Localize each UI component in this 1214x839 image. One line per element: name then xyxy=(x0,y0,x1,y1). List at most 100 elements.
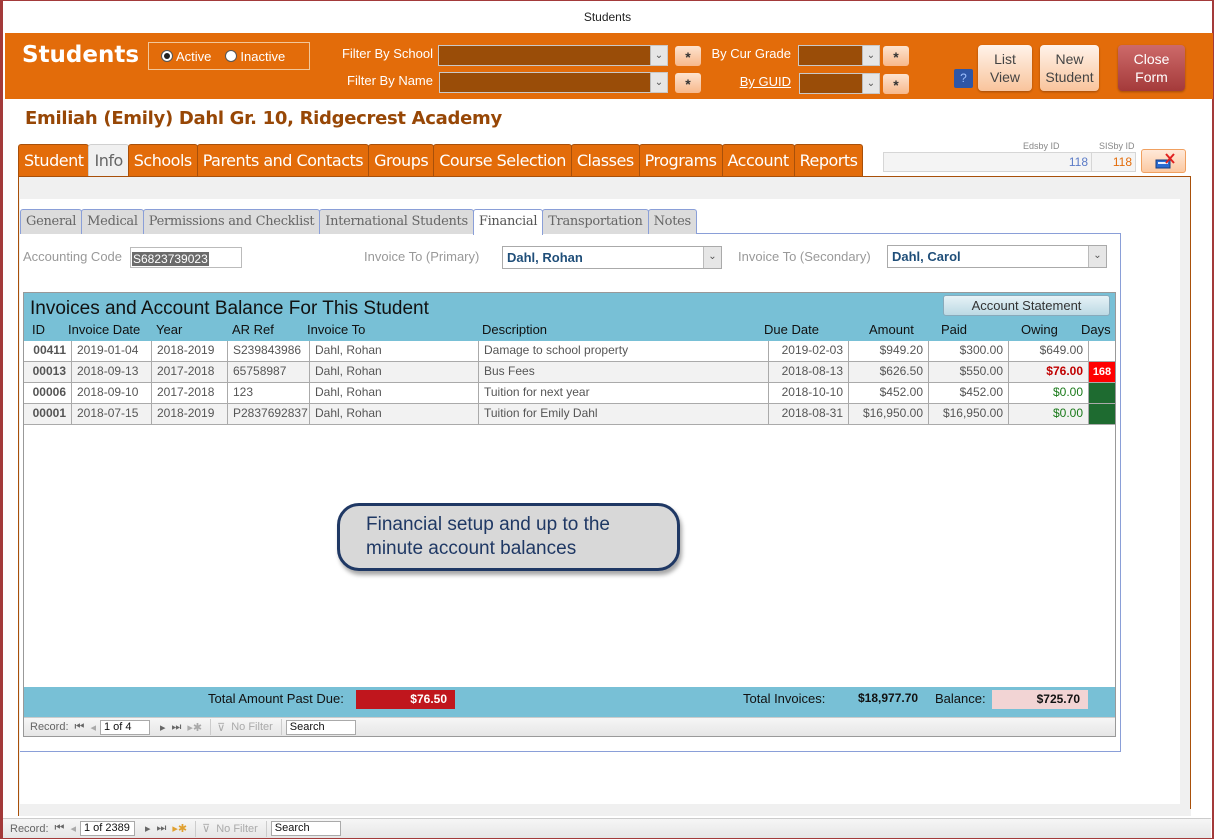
chevron-down-icon[interactable]: ⌄ xyxy=(650,46,667,65)
form-record-position-input[interactable]: 1 of 2389 xyxy=(79,821,135,836)
new-record-icon[interactable]: ▸✱ xyxy=(172,822,187,835)
invoice-primary-select[interactable]: Dahl, Rohan ⌄ xyxy=(502,246,722,269)
invoice-cell-paid[interactable]: $452.00 xyxy=(929,383,1009,403)
chevron-down-icon[interactable]: ⌄ xyxy=(1088,246,1106,267)
subtab-permissions-and-checklist[interactable]: Permissions and Checklist xyxy=(142,209,321,234)
tab-schools[interactable]: Schools xyxy=(127,144,198,176)
next-record-icon[interactable]: ▸ xyxy=(145,822,151,835)
tab-student[interactable]: Student xyxy=(18,144,90,176)
invoice-cell-id[interactable]: 00013 xyxy=(24,362,72,382)
chevron-down-icon[interactable]: ⌄ xyxy=(862,74,879,93)
filter-school-combo[interactable]: ⌄ xyxy=(438,45,668,66)
clear-grade-filter-button[interactable]: * xyxy=(883,46,909,66)
invoice-cell-description[interactable]: Bus Fees xyxy=(479,362,769,382)
invoice-cell-amount[interactable]: $626.50 xyxy=(849,362,929,382)
clear-school-filter-button[interactable]: * xyxy=(675,46,701,66)
invoice-cell-amount[interactable]: $452.00 xyxy=(849,383,929,403)
invoice-cell-invoice-date[interactable]: 2018-09-10 xyxy=(72,383,152,403)
chevron-down-icon[interactable]: ⌄ xyxy=(650,73,667,92)
invoice-cell-paid[interactable]: $300.00 xyxy=(929,341,1009,361)
tab-account[interactable]: Account xyxy=(721,144,795,176)
subtab-medical[interactable]: Medical xyxy=(81,209,144,234)
clear-name-filter-button[interactable]: * xyxy=(675,73,701,93)
tab-parents-and-contacts[interactable]: Parents and Contacts xyxy=(196,144,370,176)
invoice-cell-year[interactable]: 2017-2018 xyxy=(152,362,228,382)
radio-inactive[interactable]: Inactive xyxy=(225,49,285,64)
last-record-icon[interactable]: ⏭ xyxy=(157,822,167,835)
invoice-cell-ar-ref[interactable]: P2837692837 xyxy=(228,404,310,424)
clear-guid-filter-button[interactable]: * xyxy=(883,74,909,94)
chevron-down-icon[interactable]: ⌄ xyxy=(703,247,721,268)
subtab-international-students[interactable]: International Students xyxy=(319,209,474,234)
invoice-cell-invoice-to[interactable]: Dahl, Rohan xyxy=(310,362,479,382)
invoice-cell-description[interactable]: Tuition for Emily Dahl xyxy=(479,404,769,424)
invoice-row[interactable]: 00411 2019-01-04 2018-2019 S239843986 Dahl, … xyxy=(24,341,1115,362)
tab-info[interactable]: Info xyxy=(88,144,129,176)
invoice-cell-invoice-to[interactable]: Dahl, Rohan xyxy=(310,404,479,424)
filter-name-combo[interactable]: ⌄ xyxy=(439,72,668,93)
subtab-financial[interactable]: Financial xyxy=(472,209,544,235)
filter-guid-combo[interactable]: ⌄ xyxy=(799,73,880,94)
radio-active[interactable]: Active xyxy=(161,49,211,64)
subform-record-position-input[interactable]: 1 of 4 xyxy=(99,719,150,735)
invoice-cell-id[interactable]: 00411 xyxy=(24,341,72,361)
invoice-secondary-select[interactable]: Dahl, Carol ⌄ xyxy=(887,245,1107,268)
accounting-code-input[interactable]: S6823739023 xyxy=(130,247,242,268)
invoice-cell-due-date[interactable]: 2018-10-10 xyxy=(769,383,849,403)
invoice-cell-ar-ref[interactable]: S239843986 xyxy=(228,341,310,361)
invoice-row[interactable]: 00006 2018-09-10 2017-2018 123 Dahl, Rohan Tu… xyxy=(24,383,1115,404)
new-record-icon[interactable]: ▸✱ xyxy=(187,721,202,734)
filter-icon[interactable]: ⊽ xyxy=(217,721,225,734)
invoice-cell-paid[interactable]: $550.00 xyxy=(929,362,1009,382)
invoice-row[interactable]: 00001 2018-07-15 2018-2019 P2837692837 Dahl,… xyxy=(24,404,1115,425)
radio-inactive-indicator[interactable] xyxy=(225,50,238,62)
invoice-cell-description[interactable]: Tuition for next year xyxy=(479,383,769,403)
invoice-cell-invoice-date[interactable]: 2018-07-15 xyxy=(72,404,152,424)
form-search-input[interactable]: Search xyxy=(270,821,341,836)
subtab-notes[interactable]: Notes xyxy=(647,209,697,234)
subform-search-input[interactable]: Search xyxy=(285,719,356,735)
invoice-cell-amount[interactable]: $16,950.00 xyxy=(849,404,929,424)
new-student-button[interactable]: New Student xyxy=(1040,45,1099,91)
filter-icon[interactable]: ⊽ xyxy=(202,822,210,835)
invoice-cell-owing[interactable]: $649.00 xyxy=(1009,341,1089,361)
chevron-down-icon[interactable]: ⌄ xyxy=(862,46,879,65)
next-record-icon[interactable]: ▸ xyxy=(160,721,166,734)
radio-active-indicator[interactable] xyxy=(161,50,173,62)
account-statement-button[interactable]: Account Statement xyxy=(943,295,1110,316)
invoice-cell-id[interactable]: 00001 xyxy=(24,404,72,424)
invoice-cell-owing[interactable]: $76.00 xyxy=(1009,362,1089,382)
invoice-cell-invoice-date[interactable]: 2018-09-13 xyxy=(72,362,152,382)
invoice-cell-due-date[interactable]: 2019-02-03 xyxy=(769,341,849,361)
invoice-cell-owing[interactable]: $0.00 xyxy=(1009,404,1089,424)
invoice-cell-ar-ref[interactable]: 65758987 xyxy=(228,362,310,382)
invoice-cell-year[interactable]: 2018-2019 xyxy=(152,404,228,424)
tab-classes[interactable]: Classes xyxy=(570,144,640,176)
subform-no-filter-button[interactable]: No Filter xyxy=(231,721,273,733)
tab-reports[interactable]: Reports xyxy=(793,144,864,176)
first-record-icon[interactable]: ⏮ xyxy=(55,822,65,835)
invoice-cell-paid[interactable]: $16,950.00 xyxy=(929,404,1009,424)
list-view-button[interactable]: List View xyxy=(978,45,1032,91)
tab-programs[interactable]: Programs xyxy=(638,144,723,176)
invoice-cell-id[interactable]: 00006 xyxy=(24,383,72,403)
invoice-cell-due-date[interactable]: 2018-08-31 xyxy=(769,404,849,424)
invoice-cell-amount[interactable]: $949.20 xyxy=(849,341,929,361)
form-no-filter-button[interactable]: No Filter xyxy=(216,823,258,835)
invoice-cell-invoice-date[interactable]: 2019-01-04 xyxy=(72,341,152,361)
filter-grade-combo[interactable]: ⌄ xyxy=(798,45,880,66)
invoice-cell-invoice-to[interactable]: Dahl, Rohan xyxy=(310,383,479,403)
first-record-icon[interactable]: ⏮ xyxy=(75,721,85,734)
subtab-transportation[interactable]: Transportation xyxy=(542,209,649,234)
help-icon[interactable]: ? xyxy=(954,69,973,88)
delete-record-button[interactable] xyxy=(1141,149,1186,173)
invoice-cell-description[interactable]: Damage to school property xyxy=(479,341,769,361)
tab-course-selection[interactable]: Course Selection xyxy=(433,144,572,176)
invoice-cell-year[interactable]: 2018-2019 xyxy=(152,341,228,361)
filter-guid-link[interactable]: By GUID xyxy=(705,74,791,89)
invoice-cell-year[interactable]: 2017-2018 xyxy=(152,383,228,403)
prev-record-icon[interactable]: ◂ xyxy=(70,822,76,835)
invoice-cell-ar-ref[interactable]: 123 xyxy=(228,383,310,403)
subtab-general[interactable]: General xyxy=(20,209,83,234)
invoice-cell-owing[interactable]: $0.00 xyxy=(1009,383,1089,403)
